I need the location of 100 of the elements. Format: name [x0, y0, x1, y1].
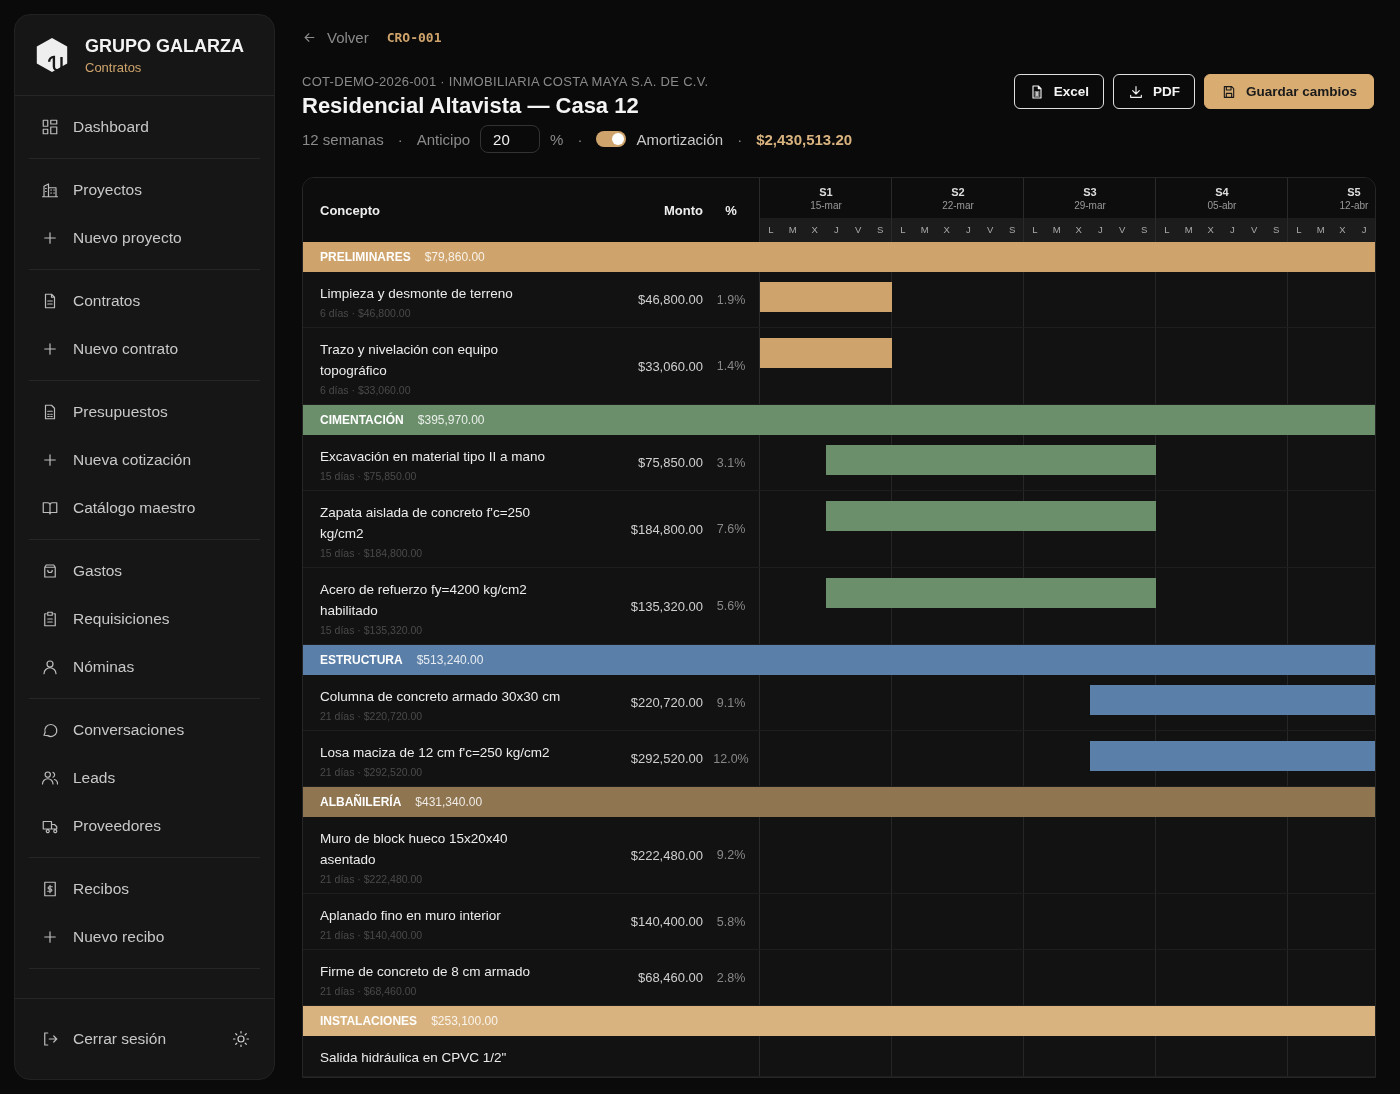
brand-subtitle: Contratos [85, 59, 143, 75]
amortization-label: Amortización [636, 130, 724, 148]
plus-icon [41, 928, 59, 946]
day-label: J [965, 223, 972, 237]
nav-item[interactable]: Nóminas [29, 643, 260, 691]
nav-item[interactable]: Proyectos [29, 166, 260, 214]
amount-cell-text: $222,480.00 [629, 846, 703, 865]
download-icon [1127, 83, 1144, 100]
nav-item[interactable]: Conversaciones [29, 706, 260, 754]
nav-icon [41, 610, 59, 628]
nav-item[interactable]: Proveedores [29, 802, 260, 850]
nav-item[interactable]: Gastos [29, 547, 260, 595]
section-name: PRELIMINARES [320, 250, 411, 264]
section-name: ALBAÑILERÍA [320, 795, 402, 809]
back-link[interactable]: Volver [302, 28, 369, 46]
week-label: S4 [1215, 185, 1229, 198]
concept-name: Trazo y nivelación con equipo topográfico [320, 341, 500, 380]
pdf-button[interactable]: PDF [1112, 74, 1195, 109]
section-name: CIMENTACIÓN [320, 413, 404, 427]
column-header: Monto [663, 201, 703, 220]
gantt-bar[interactable] [760, 338, 892, 368]
separator-dot: · [737, 130, 743, 148]
percent-cell-text: 9.1% [715, 694, 747, 712]
day-label: L [1031, 223, 1039, 237]
section-amount: $253,100.00 [431, 1014, 498, 1028]
separator-dot: · [577, 130, 583, 148]
nav-item[interactable]: Nueva cotización [29, 436, 260, 484]
nav-item[interactable]: Nuevo proyecto [29, 214, 260, 262]
nav-icon [41, 118, 59, 136]
day-label: V [1118, 223, 1127, 237]
brand-name: GRUPO GALARZA [85, 35, 244, 57]
day-label: J [1097, 223, 1104, 237]
concept-name: Firme de concreto de 8 cm armado [320, 963, 532, 981]
day-label: V [854, 223, 863, 237]
nav-icon [41, 562, 59, 580]
day-label: J [1360, 223, 1368, 237]
percent-cell-text: 1.9% [715, 291, 747, 309]
day-label: X [810, 223, 819, 237]
nav-icon [41, 769, 59, 787]
gantt-bar[interactable] [826, 445, 1156, 475]
day-label: L [1295, 223, 1303, 237]
amount-cell-text: $46,800.00 [636, 291, 703, 309]
amount-cell-text: $220,720.00 [629, 694, 703, 712]
weeks-count: 12 semanas [302, 130, 384, 148]
plus-icon [41, 229, 59, 247]
nav-item[interactable]: Contratos [29, 277, 260, 325]
concept-name: Aplanado fino en muro interior [320, 907, 502, 925]
separator-dot: · [397, 130, 403, 148]
excel-button[interactable]: Excel [1013, 74, 1104, 109]
save-button[interactable]: Guardar cambios [1203, 74, 1374, 109]
percent-cell-text: 3.1% [715, 454, 747, 472]
day-label: M [787, 223, 798, 237]
sun-icon[interactable] [232, 1030, 250, 1048]
day-label: X [942, 223, 951, 237]
nav-item[interactable]: Presupuestos [29, 388, 260, 436]
gantt-bar[interactable] [826, 501, 1156, 531]
percent-sign: % [550, 130, 564, 148]
logout-link[interactable]: Cerrar sesión [29, 1015, 179, 1063]
advance-input[interactable]: 20 [480, 125, 541, 153]
section-amount: $431,340.00 [415, 795, 483, 809]
nav-icon [41, 880, 59, 898]
nav-item[interactable]: Nuevo recibo [29, 913, 260, 961]
week-date: 29-mar [1074, 199, 1106, 211]
nav-item[interactable]: Recibos [29, 865, 260, 913]
total-amount: $2,430,513.20 [756, 130, 853, 148]
amount-cell-text: $140,400.00 [629, 913, 703, 931]
concept-name: Salida hidráulica en CPVC 1/2" [320, 1049, 508, 1067]
nav-icon [41, 721, 59, 739]
day-label: J [1229, 223, 1236, 237]
nav-icon [41, 499, 59, 517]
day-label: X [1206, 223, 1215, 237]
percent-cell-text: 12.0% [712, 750, 750, 768]
amortization-toggle[interactable] [596, 131, 627, 147]
percent-cell-text: 1.4% [715, 358, 747, 375]
day-label: X [1338, 223, 1347, 237]
percent-cell-text: 5.8% [715, 913, 747, 931]
concept-name: Zapata aislada de concreto f'c=250 kg/cm2 [320, 504, 532, 543]
week-date: 12-abr [1339, 199, 1369, 211]
concept-name: Limpieza y desmonte de terreno [320, 285, 514, 303]
day-label: L [899, 223, 907, 237]
nav-icon [41, 181, 59, 199]
logout-icon [41, 1030, 59, 1048]
nav-item[interactable]: Catálogo maestro [29, 484, 260, 532]
column-header: % [724, 201, 738, 220]
gantt-bar[interactable] [826, 578, 1156, 608]
day-label: V [1250, 223, 1259, 237]
day-label: M [919, 223, 930, 237]
nav-item[interactable]: Dashboard [29, 103, 260, 151]
day-label: L [1163, 223, 1171, 237]
concept-name: Acero de refuerzo fy=4200 kg/cm2 habilitado [320, 581, 528, 620]
section-amount: $513,240.00 [416, 653, 484, 667]
gantt-bar[interactable] [760, 282, 892, 312]
page-title: Residencial Altavista — Casa 12 [302, 93, 640, 119]
week-label: S3 [1083, 185, 1097, 198]
column-header: Concepto [319, 201, 381, 220]
nav-item[interactable]: Nuevo contrato [29, 325, 260, 373]
nav-item[interactable]: Leads [29, 754, 260, 802]
day-label: M [1051, 223, 1062, 237]
nav-item[interactable]: Requisiciones [29, 595, 260, 643]
section-amount: $395,970.00 [417, 413, 485, 427]
